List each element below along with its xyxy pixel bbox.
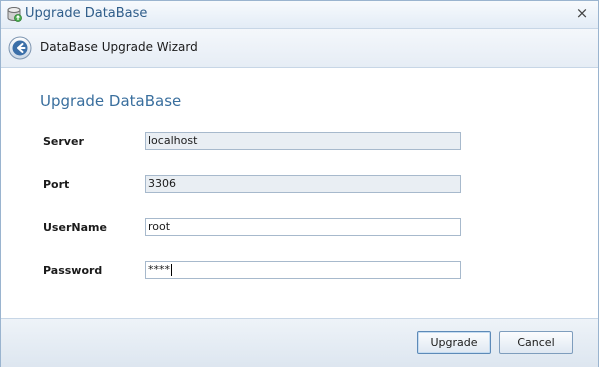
close-icon[interactable]: × (574, 4, 590, 22)
form-panel: Upgrade DataBase Server localhost Port 3… (1, 68, 598, 318)
upgrade-database-dialog: Upgrade DataBase × DataBase Upgrade Wiza… (0, 0, 599, 367)
port-label: Port (43, 178, 70, 191)
password-field[interactable]: **** (145, 261, 461, 279)
section-title: Upgrade DataBase (40, 92, 182, 110)
back-arrow-icon[interactable] (8, 36, 32, 60)
server-field[interactable]: localhost (145, 132, 461, 150)
wizard-title: DataBase Upgrade Wizard (40, 40, 198, 54)
database-icon (6, 6, 22, 22)
wizard-header: DataBase Upgrade Wizard (1, 29, 598, 68)
text-caret (171, 264, 172, 276)
port-field[interactable]: 3306 (145, 175, 461, 193)
upgrade-button[interactable]: Upgrade (417, 331, 491, 354)
button-bar: Upgrade Cancel (1, 318, 598, 367)
username-label: UserName (43, 221, 107, 234)
window-title: Upgrade DataBase (25, 6, 148, 21)
username-field[interactable]: root (145, 218, 461, 236)
password-value: **** (148, 263, 170, 276)
server-label: Server (43, 135, 84, 148)
cancel-button[interactable]: Cancel (499, 331, 573, 354)
password-label: Password (43, 264, 103, 277)
title-bar[interactable]: Upgrade DataBase × (1, 1, 598, 29)
